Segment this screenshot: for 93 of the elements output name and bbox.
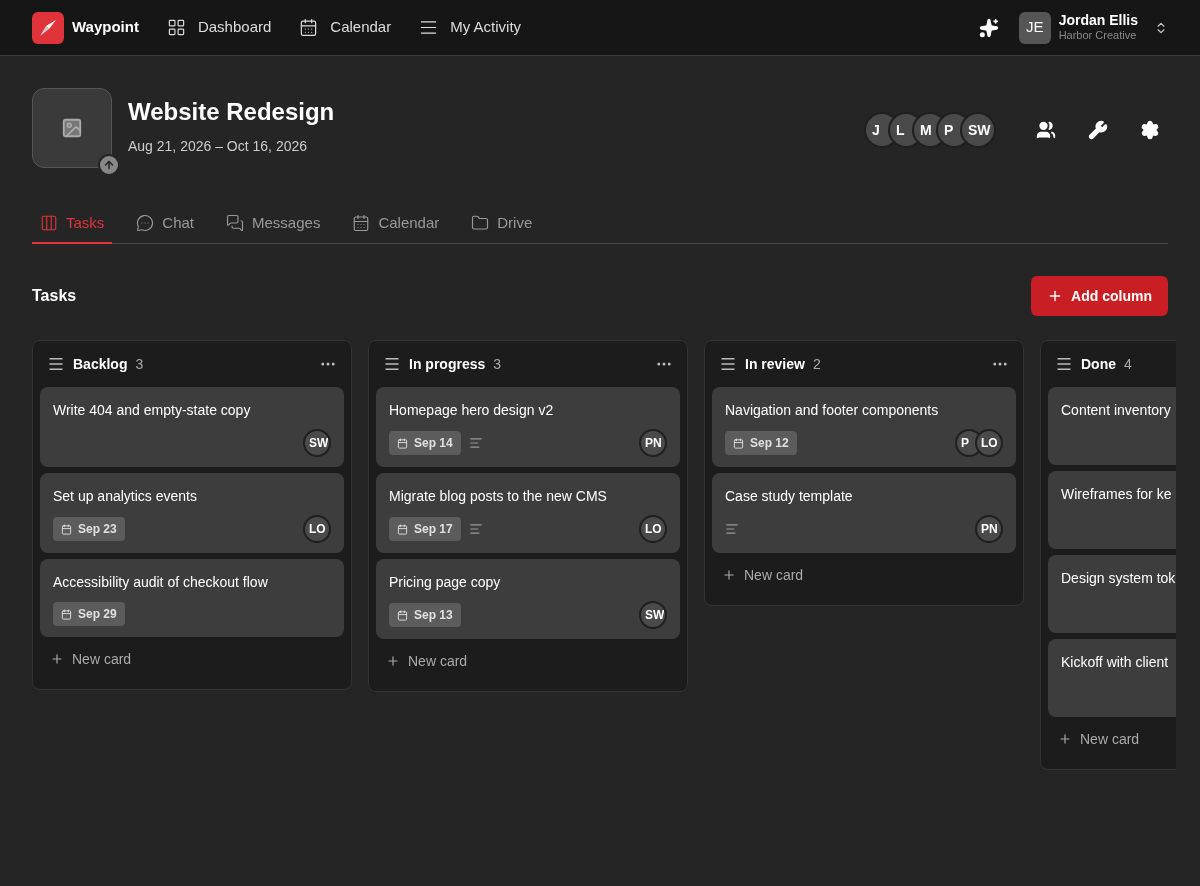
tab[interactable]: Drive — [463, 204, 541, 244]
list-icon — [419, 18, 439, 37]
nav-link[interactable]: Dashboard — [166, 16, 272, 39]
card-count: 3 — [493, 354, 502, 374]
card-title: Case study template — [725, 487, 854, 506]
plus-icon — [50, 652, 64, 666]
due-date-chip: Sep 14 — [389, 431, 461, 455]
drag-handle-icon[interactable] — [383, 355, 401, 373]
plus-icon — [386, 654, 400, 668]
new-card-button[interactable]: New card — [1048, 717, 1150, 761]
calendar-icon — [397, 437, 408, 449]
calendar-icon — [299, 18, 319, 37]
project-dates: Aug 21, 2026 – Oct 16, 2026 — [128, 137, 309, 156]
messages-icon — [226, 214, 245, 232]
column-title: In progress — [409, 354, 486, 374]
task-card[interactable]: Migrate blog posts to the new CMS Sep 17 LO — [376, 473, 680, 553]
card-count: 3 — [135, 354, 144, 374]
task-card[interactable]: Set up analytics events Sep 23 LO — [40, 473, 344, 553]
folder-icon — [471, 214, 490, 232]
task-card[interactable]: Case study template PN — [712, 473, 1016, 553]
add-column-button[interactable]: Add column — [1031, 276, 1168, 316]
calendar-icon — [352, 214, 371, 232]
task-card[interactable]: Wireframes for ke — [1048, 471, 1176, 549]
avatar: LO — [975, 429, 1003, 457]
calendar-icon — [61, 608, 72, 620]
card-title: Write 404 and empty-state copy — [53, 401, 252, 420]
project-image[interactable] — [32, 88, 112, 168]
column-title: In review — [745, 354, 805, 374]
card-title: Accessibility audit of checkout flow — [53, 573, 269, 592]
avatar: LO — [303, 515, 331, 543]
task-card[interactable]: Design system tok — [1048, 555, 1176, 633]
nav-link[interactable]: My Activity — [419, 16, 522, 39]
card-title: Design system tok — [1061, 569, 1176, 588]
tab[interactable]: Messages — [218, 204, 329, 244]
card-title: Set up analytics events — [53, 487, 198, 506]
card-title: Kickoff with client — [1061, 653, 1170, 672]
image-icon — [61, 117, 83, 139]
tab[interactable]: Calendar — [344, 204, 448, 244]
due-date-chip: Sep 12 — [725, 431, 797, 455]
column-title: Done — [1081, 354, 1116, 374]
nav-link[interactable]: Calendar — [299, 16, 392, 39]
drag-handle-icon[interactable] — [1055, 355, 1073, 373]
task-card[interactable]: Content inventory — [1048, 387, 1176, 465]
new-card-button[interactable]: New card — [376, 639, 478, 683]
app-name[interactable]: Waypoint — [72, 16, 139, 39]
card-title: Migrate blog posts to the new CMS — [389, 487, 608, 506]
user-name: Jordan Ellis — [1058, 11, 1138, 30]
avatar: PN — [975, 515, 1003, 543]
calendar-icon — [733, 437, 744, 449]
task-card[interactable]: Kickoff with client — [1048, 639, 1176, 717]
task-card[interactable]: Navigation and footer components Sep 12 P LO — [712, 387, 1016, 467]
task-card[interactable]: Accessibility audit of checkout flow Sep 29 — [40, 559, 344, 637]
card-count: 4 — [1124, 354, 1132, 374]
card-title: Wireframes for ke — [1061, 485, 1173, 504]
sparkles-icon[interactable] — [978, 17, 999, 38]
organization-name: Harbor Creative — [1058, 29, 1138, 44]
due-date-chip: Sep 29 — [53, 602, 125, 626]
task-card[interactable]: Homepage hero design v2 Sep 14 PN — [376, 387, 680, 467]
tab[interactable]: Chat — [128, 204, 203, 244]
calendar-icon — [397, 609, 408, 621]
drag-handle-icon[interactable] — [719, 355, 737, 373]
due-date-chip: Sep 23 — [53, 517, 125, 541]
settings-icon[interactable] — [1140, 120, 1160, 140]
drag-handle-icon[interactable] — [47, 355, 65, 373]
due-date-chip: Sep 17 — [389, 517, 461, 541]
avatar: SW — [303, 429, 331, 457]
section-title: Tasks — [32, 286, 77, 306]
team-icon[interactable] — [1036, 120, 1056, 140]
project-title: Website Redesign — [128, 100, 335, 124]
calendar-icon — [397, 523, 408, 535]
avatar: LO — [639, 515, 667, 543]
new-card-button[interactable]: New card — [712, 553, 814, 597]
task-card[interactable]: Pricing page copy Sep 13 SW — [376, 559, 680, 639]
task-card[interactable]: Write 404 and empty-state copy SW — [40, 387, 344, 467]
plus-icon — [1058, 732, 1072, 746]
new-card-button[interactable]: New card — [40, 637, 142, 681]
columns-icon — [40, 214, 58, 232]
avatar: SW — [639, 601, 667, 629]
column-title: Backlog — [73, 354, 128, 374]
plus-icon — [722, 568, 736, 582]
card-title: Pricing page copy — [389, 573, 502, 592]
due-date-chip: Sep 13 — [389, 603, 461, 627]
card-title: Homepage hero design v2 — [389, 401, 555, 420]
calendar-icon — [61, 523, 72, 535]
card-title: Content inventory — [1061, 401, 1172, 420]
logo-icon[interactable] — [32, 11, 64, 44]
card-count: 2 — [812, 354, 821, 374]
avatar: PN — [639, 429, 667, 457]
grid-icon — [166, 18, 186, 37]
card-title: Navigation and footer components — [725, 401, 940, 420]
chat-bubble-icon — [136, 214, 155, 232]
user-avatar[interactable]: JE — [1018, 11, 1051, 44]
wrench-icon[interactable] — [1088, 120, 1108, 140]
